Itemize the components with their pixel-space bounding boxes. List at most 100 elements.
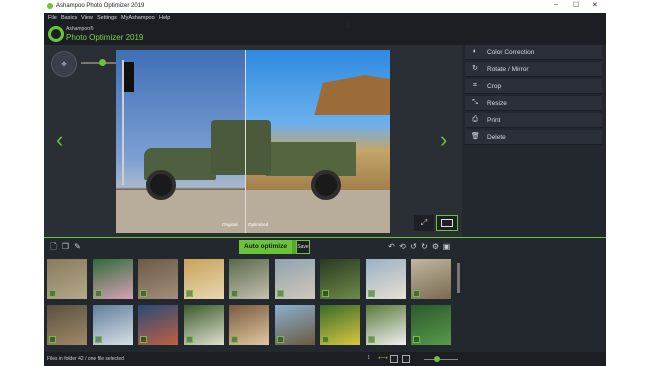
rotate-left-icon[interactable]: ↺	[409, 242, 418, 252]
fullscreen-button[interactable]: ⤢	[414, 215, 434, 231]
undo-icon[interactable]: ↶	[387, 242, 396, 252]
select-checkbox[interactable]	[49, 336, 56, 343]
undo-all-icon[interactable]: ⟲	[398, 242, 407, 252]
select-checkbox[interactable]	[185, 336, 193, 343]
menu-help[interactable]: Help	[159, 15, 170, 21]
photo-thumbnail[interactable]	[183, 305, 224, 345]
list-view-icon[interactable]	[402, 355, 410, 363]
select-checkbox[interactable]	[322, 336, 329, 343]
bottom-toolbar: 🗋 ❐ ✎ Auto optimize Save ↶ ⟲ ↺ ↻ ⚙ ▣	[44, 238, 606, 256]
minimize-button[interactable]: –	[554, 1, 558, 8]
thumbnail-size-slider[interactable]	[424, 359, 458, 360]
window-title: Ashampoo Photo Optimizer 2019	[56, 3, 145, 9]
select-checkbox[interactable]	[276, 336, 284, 343]
select-checkbox[interactable]	[413, 290, 420, 297]
optimized-label: Optimized	[248, 222, 269, 227]
tool-label: Delete	[487, 134, 506, 141]
tool-label: Rotate / Mirror	[487, 66, 529, 73]
rotate-icon: ↻	[472, 65, 478, 72]
photo-thumbnail[interactable]	[229, 305, 269, 345]
menu-file[interactable]: File	[48, 15, 57, 21]
thumbnail-size-handle[interactable]	[434, 356, 440, 362]
navigation-pad[interactable]: ✥	[51, 51, 77, 77]
select-checkbox[interactable]	[49, 290, 56, 297]
info-icon[interactable]: ▣	[442, 242, 451, 252]
maximize-button[interactable]: ☐	[573, 1, 579, 9]
select-checkbox[interactable]	[231, 336, 238, 343]
mouse-cursor	[345, 20, 351, 28]
menu-settings[interactable]: Settings	[97, 15, 117, 21]
select-checkbox[interactable]	[94, 290, 102, 297]
menu-basics[interactable]: Basics	[61, 15, 77, 21]
photo-thumbnail[interactable]	[411, 259, 451, 299]
tool-delete[interactable]: 🗑 Delete	[465, 130, 602, 145]
menu-view[interactable]: View	[81, 15, 93, 21]
truck-cab	[211, 120, 271, 175]
select-checkbox[interactable]	[140, 336, 147, 343]
close-button[interactable]: ✕	[592, 1, 598, 9]
vertical-fit-icon[interactable]: ↕	[367, 354, 371, 361]
photo-thumbnail[interactable]	[274, 305, 315, 345]
photo-thumbnail[interactable]	[365, 259, 406, 299]
select-checkbox[interactable]	[140, 290, 147, 297]
compare-view-button[interactable]	[436, 215, 458, 231]
trash-icon: 🗑	[471, 133, 480, 140]
color-correction-icon: ◐	[472, 48, 478, 55]
image-viewer: ✥ ‹ › Original Optimized ⤢	[44, 45, 462, 237]
tool-rotate-mirror[interactable]: ↻ Rotate / Mirror	[465, 62, 602, 77]
photo-thumbnail[interactable]	[365, 305, 406, 345]
select-checkbox[interactable]	[367, 336, 375, 343]
thumbnail-scrollbar[interactable]	[457, 263, 460, 293]
tool-label: Print	[487, 117, 501, 124]
rotate-right-icon[interactable]: ↻	[420, 242, 429, 252]
select-checkbox[interactable]	[231, 290, 238, 297]
photo-thumbnail[interactable]	[320, 259, 360, 299]
zoom-slider-handle[interactable]	[99, 59, 107, 66]
save-button[interactable]: Save	[296, 240, 310, 254]
tool-color-correction[interactable]: ◐ Color Correction	[465, 45, 602, 60]
truck-wheel	[146, 170, 176, 200]
photo-thumbnail[interactable]	[92, 305, 133, 345]
photo-thumbnail[interactable]	[320, 305, 360, 345]
select-checkbox[interactable]	[276, 290, 284, 297]
brand-product: Photo Optimizer 2019	[66, 33, 144, 42]
tool-crop[interactable]: ⌗ Crop	[465, 79, 602, 94]
photo-thumbnail[interactable]	[138, 259, 178, 299]
new-file-icon[interactable]: 🗋	[49, 242, 58, 252]
compare-split-handle[interactable]	[245, 50, 246, 233]
crop-icon: ⌗	[473, 82, 477, 89]
tool-print[interactable]: ⎙ Print	[465, 113, 602, 128]
next-image-arrow[interactable]: ›	[440, 127, 447, 153]
title-bar: Ashampoo Photo Optimizer 2019 – ☐ ✕	[44, 0, 606, 13]
photo-thumbnail[interactable]	[229, 259, 269, 299]
photo-thumbnail[interactable]	[411, 305, 451, 345]
photo-thumbnail[interactable]	[47, 259, 87, 299]
settings-icon[interactable]: ⚙	[431, 242, 440, 252]
tool-resize[interactable]: ⤡ Resize	[465, 96, 602, 111]
select-checkbox[interactable]	[322, 290, 329, 297]
auto-optimize-button[interactable]: Auto optimize	[239, 240, 292, 254]
previous-image-arrow[interactable]: ‹	[56, 127, 63, 153]
select-checkbox[interactable]	[367, 290, 375, 297]
status-bar: Files in folder 42 / one file selected ↕…	[44, 352, 606, 366]
flag	[124, 62, 134, 92]
print-icon: ⎙	[472, 116, 478, 123]
photo-thumbnail[interactable]	[274, 259, 315, 299]
truck-wheel	[311, 170, 341, 200]
copy-file-icon[interactable]: ❐	[61, 242, 70, 252]
brush-icon[interactable]: ✎	[73, 242, 82, 252]
truck-bed	[266, 142, 356, 176]
app-icon	[47, 3, 53, 9]
photo-thumbnail[interactable]	[183, 259, 224, 299]
photo-thumbnail[interactable]	[92, 259, 133, 299]
horizontal-fit-icon[interactable]: ⟷	[378, 354, 388, 362]
menu-myashampoo[interactable]: MyAshampoo	[121, 15, 155, 21]
photo-thumbnail[interactable]	[138, 305, 178, 345]
photo-thumbnail[interactable]	[47, 305, 87, 345]
select-checkbox[interactable]	[185, 290, 193, 297]
thumbnail-grid	[47, 259, 459, 349]
select-checkbox[interactable]	[94, 336, 102, 343]
select-checkbox[interactable]	[413, 336, 420, 343]
menu-bar: File Basics View Settings MyAshampoo Hel…	[44, 13, 606, 23]
grid-view-icon[interactable]	[390, 355, 398, 363]
